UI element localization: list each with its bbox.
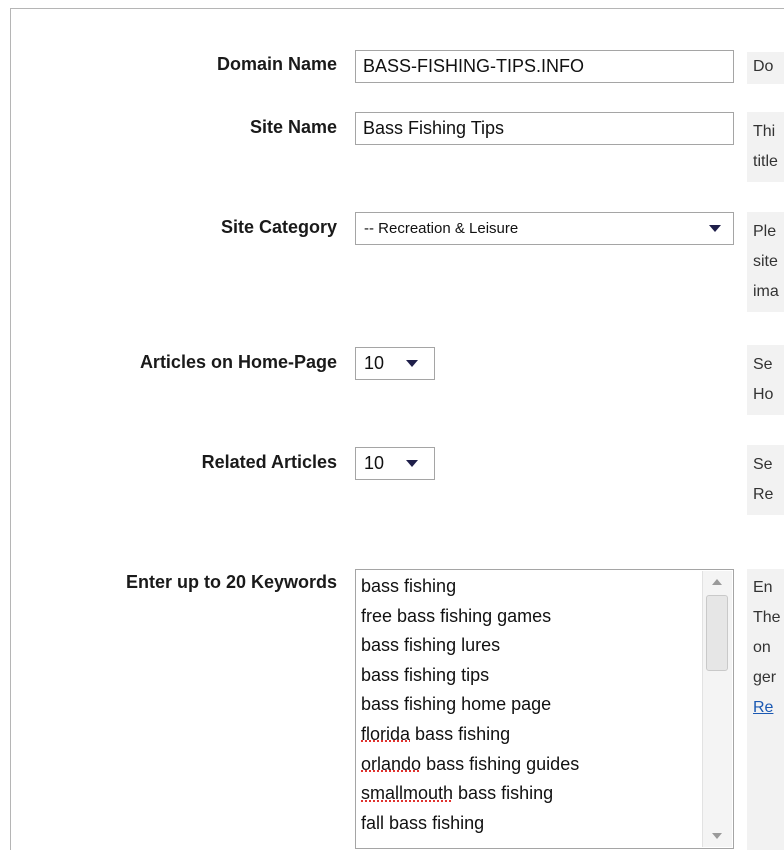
keyword-line: fall bass fishing bbox=[361, 812, 485, 833]
help-link[interactable]: Re bbox=[753, 699, 773, 716]
keyword-line: bass fishing home page bbox=[361, 694, 552, 715]
panel-left-border bbox=[10, 8, 11, 850]
site-category-label: Site Category bbox=[220, 217, 337, 237]
related-articles-label: Related Articles bbox=[201, 452, 337, 472]
site-name-label: Site Name bbox=[249, 117, 337, 137]
articles-home-help: Se Ho bbox=[747, 345, 784, 415]
domain-name-field[interactable]: BASS-FISHING-TIPS.INFO bbox=[355, 50, 734, 83]
domain-name-help: Do bbox=[747, 52, 784, 84]
keyword-line: smallmouth bass fishing bbox=[361, 783, 554, 804]
panel-top-border bbox=[10, 8, 784, 9]
keyword-line: bass fishing bbox=[361, 576, 457, 596]
chevron-down-icon bbox=[406, 460, 418, 467]
site-category-value: -- Recreation & Leisure bbox=[364, 220, 519, 237]
scroll-down-arrow-icon[interactable] bbox=[703, 825, 732, 847]
scrollbar-thumb[interactable] bbox=[706, 595, 728, 671]
keywords-textarea[interactable]: bass fishing free bass fishing games bass … bbox=[355, 569, 734, 849]
keyword-line: bass fishing lures bbox=[361, 635, 501, 656]
keyword-line: florida bass fishing bbox=[361, 723, 511, 744]
keywords-help: En The on ger Re bbox=[747, 569, 784, 850]
vertical-scrollbar[interactable] bbox=[702, 571, 732, 847]
site-category-select[interactable]: -- Recreation & Leisure bbox=[355, 212, 734, 245]
keyword-line: free bass fishing games bbox=[361, 605, 552, 626]
chevron-down-icon bbox=[709, 225, 721, 232]
domain-name-label: Domain Name bbox=[216, 54, 337, 74]
scroll-up-arrow-icon[interactable] bbox=[703, 571, 732, 593]
chevron-down-icon bbox=[406, 360, 418, 367]
related-articles-select[interactable]: 10 bbox=[355, 447, 435, 480]
keywords-label: Enter up to 20 Keywords bbox=[125, 572, 337, 592]
articles-home-select[interactable]: 10 bbox=[355, 347, 435, 380]
site-name-help: Thi title bbox=[747, 112, 784, 182]
site-category-help: Ple site ima bbox=[747, 212, 784, 312]
related-articles-help: Se Re bbox=[747, 445, 784, 515]
keywords-lines: bass fishing free bass fishing games bass … bbox=[361, 572, 579, 838]
keyword-line: orlando bass fishing guides bbox=[361, 753, 580, 774]
keyword-line: bass fishing tips bbox=[361, 664, 490, 685]
articles-home-value: 10 bbox=[364, 353, 385, 373]
articles-home-label: Articles on Home-Page bbox=[139, 352, 337, 372]
misspelled-word: florida bbox=[361, 723, 411, 744]
related-articles-value: 10 bbox=[364, 453, 385, 473]
site-name-field[interactable]: Bass Fishing Tips bbox=[355, 112, 734, 145]
misspelled-word: orlando bbox=[361, 753, 422, 774]
misspelled-word: smallmouth bbox=[361, 783, 454, 804]
